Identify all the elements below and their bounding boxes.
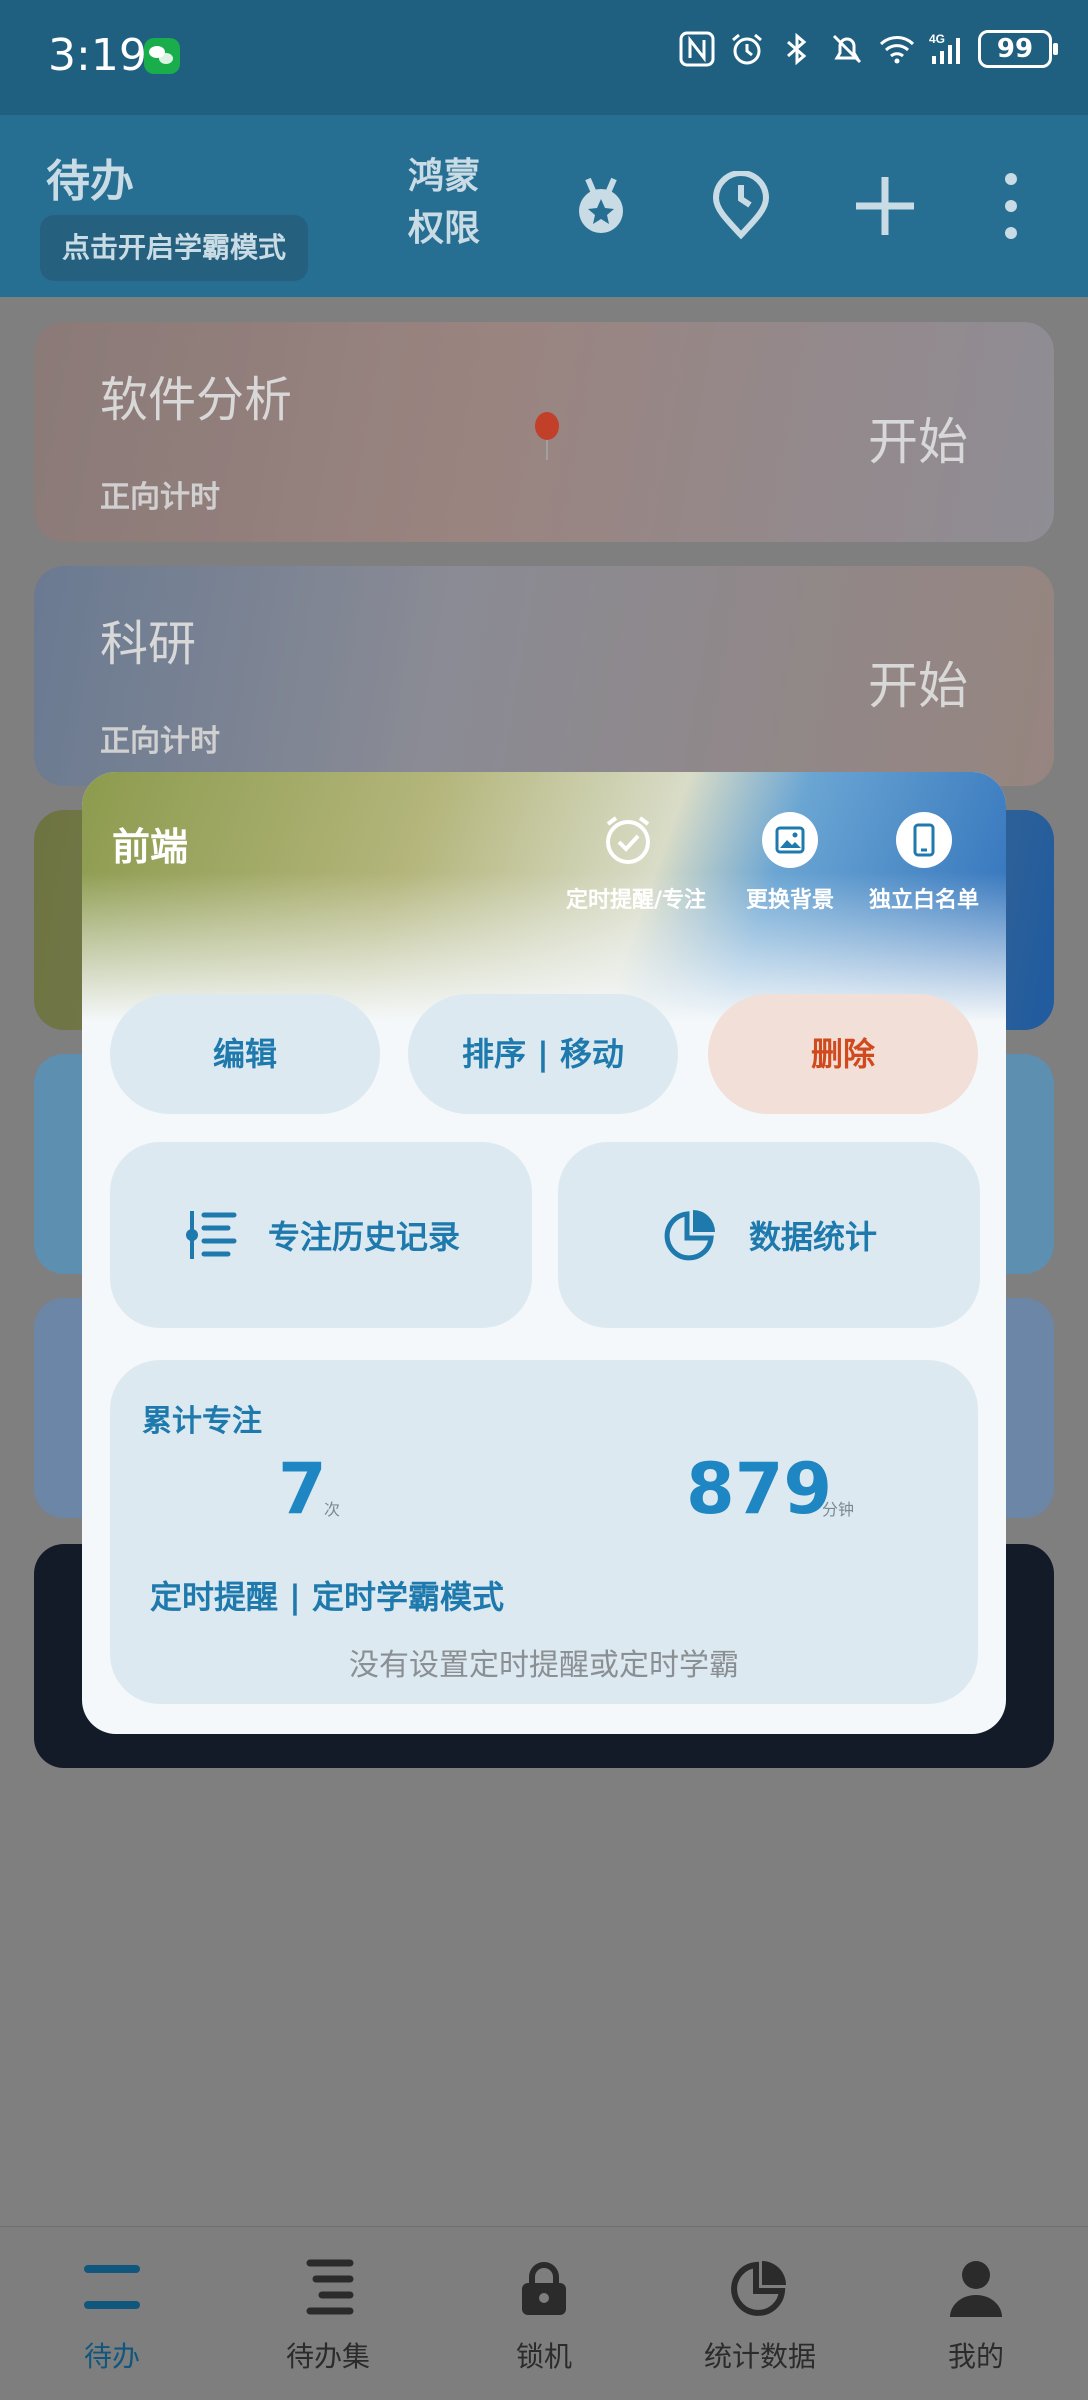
battery-icon: 99 (978, 30, 1058, 68)
page-title: 待办 (46, 156, 134, 207)
nav-label: 待办 (83, 2340, 140, 2373)
timed-reminder-label: 定时提醒/专注 (566, 888, 707, 913)
nav-item-lock[interactable]: 锁机 (464, 2257, 624, 2375)
reminder-section-title: 定时提醒 | 定时学霸模式 (150, 1578, 504, 1616)
harmony-permission-button[interactable]: 鸿蒙 权限 (408, 151, 480, 255)
focus-count: 7 (278, 1448, 327, 1530)
whitelist-label: 独立白名单 (868, 888, 979, 913)
nav-label: 我的 (947, 2340, 1004, 2373)
status-time: 3:19 (48, 30, 147, 81)
task-title: 科研 (100, 616, 197, 672)
pie-chart-icon (731, 2261, 786, 2316)
history-list-icon (185, 1211, 237, 1259)
nav-item-todo-set[interactable]: 待办集 (248, 2257, 408, 2375)
person-icon (950, 2261, 1002, 2317)
bottom-nav: 待办 待办集 锁机 统计数据 我的 (0, 2226, 1088, 2400)
task-timer-type: 正向计时 (100, 724, 220, 759)
nav-label: 待办集 (285, 2340, 370, 2373)
task-card[interactable]: 软件分析 正向计时 开始 (34, 322, 1054, 542)
todo-set-icon (306, 2259, 354, 2315)
medal-icon[interactable] (566, 171, 636, 241)
app-header: 待办 点击开启学霸模式 鸿蒙 权限 (0, 115, 1088, 297)
focus-history-label: 专注历史记录 (267, 1218, 460, 1256)
task-options-dialog: 前端 定时提醒/专注 更换背景 独立白名单 编辑 排序 | 移动 删除 专注历史… (82, 772, 1006, 1734)
nav-item-stats[interactable]: 统计数据 (680, 2257, 840, 2375)
task-card[interactable]: 科研 正向计时 开始 (34, 566, 1054, 786)
change-background-button[interactable]: 更换背景 (740, 812, 840, 914)
nav-item-todo[interactable]: 待办 (32, 2257, 192, 2375)
pie-chart-icon (664, 1210, 715, 1261)
delete-button[interactable]: 删除 (708, 994, 978, 1114)
start-button[interactable]: 开始 (868, 402, 968, 474)
timed-reminder-button[interactable]: 定时提醒/专注 (566, 812, 707, 914)
nav-label: 锁机 (515, 2340, 572, 2373)
phone-icon (896, 812, 952, 868)
alarm-icon (732, 33, 762, 65)
data-stats-button[interactable]: 数据统计 (558, 1142, 980, 1328)
focus-count-unit: 次 (324, 1500, 341, 1519)
focus-minutes: 879 (686, 1448, 833, 1530)
lock-icon (522, 2262, 566, 2315)
status-bar: 3:19 4G 99 (0, 0, 1088, 115)
sort-move-button[interactable]: 排序 | 移动 (408, 994, 678, 1114)
whitelist-button[interactable]: 独立白名单 (864, 812, 984, 914)
status-icons: 4G 99 (678, 30, 1058, 68)
wechat-icon (144, 38, 180, 74)
task-timer-type: 正向计时 (100, 480, 220, 515)
focus-minutes-unit: 分钟 (822, 1500, 855, 1519)
mute-icon (832, 34, 862, 64)
bluetooth-icon (787, 32, 807, 66)
reminder-empty-text: 没有设置定时提醒或定时学霸 (349, 1648, 739, 1683)
task-title: 软件分析 (100, 372, 293, 428)
wifi-icon (879, 36, 915, 64)
edit-button[interactable]: 编辑 (110, 994, 380, 1114)
change-background-label: 更换背景 (745, 888, 834, 913)
add-icon[interactable] (850, 171, 920, 241)
focus-summary-panel: 累计专注 7 次 879 分钟 定时提醒 | 定时学霸模式 没有设置定时提醒或定… (110, 1360, 978, 1704)
signal-4g-icon: 4G (929, 32, 960, 64)
data-stats-label: 数据统计 (748, 1218, 877, 1256)
todo-icon (84, 2265, 140, 2309)
focus-history-button[interactable]: 专注历史记录 (110, 1142, 532, 1328)
nav-label: 统计数据 (703, 2340, 816, 2373)
svg-text:4G: 4G (929, 32, 945, 46)
more-icon[interactable] (974, 171, 1048, 241)
balloon-icon (535, 412, 559, 460)
permission-line-1: 鸿蒙 (408, 156, 481, 197)
clock-pin-icon[interactable] (706, 171, 776, 241)
permission-line-2: 权限 (408, 208, 481, 249)
alarm-check-icon (600, 812, 656, 868)
dialog-task-name: 前端 (112, 825, 189, 869)
nav-item-me[interactable]: 我的 (896, 2257, 1056, 2375)
nfc-icon (679, 31, 715, 67)
study-mode-button[interactable]: 点击开启学霸模式 (40, 215, 309, 281)
total-focus-title: 累计专注 (142, 1404, 262, 1439)
start-button[interactable]: 开始 (868, 646, 968, 718)
image-icon (762, 812, 818, 868)
